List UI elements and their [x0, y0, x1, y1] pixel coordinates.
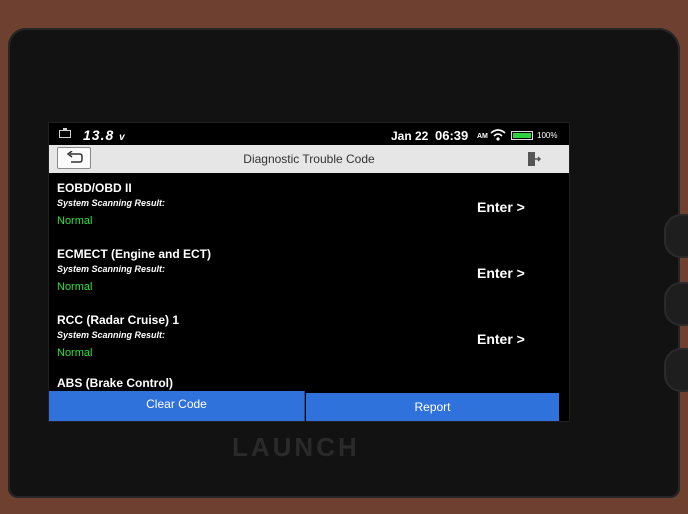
list-item[interactable]: ECMECT (Engine and ECT) System Scanning …	[49, 241, 569, 305]
enter-button[interactable]: Enter >	[477, 265, 525, 281]
wifi-icon	[490, 128, 506, 146]
date-text: Jan 22	[391, 129, 429, 143]
header-bar: Diagnostic Trouble Code	[49, 145, 569, 173]
system-name: EOBD/OBD II	[57, 181, 132, 195]
clear-code-button[interactable]: Clear Code	[49, 391, 305, 421]
battery-icon	[511, 131, 533, 140]
exit-button[interactable]	[519, 148, 547, 170]
voltage-readout: 13.8 v	[83, 127, 126, 143]
enter-button[interactable]: Enter >	[477, 331, 525, 347]
car-battery-icon	[59, 128, 71, 138]
result-label: System Scanning Result:	[57, 198, 166, 208]
brand-logo: LAUNCH	[232, 432, 360, 462]
system-list[interactable]: EOBD/OBD II System Scanning Result: Norm…	[49, 175, 569, 395]
list-item[interactable]: EOBD/OBD II System Scanning Result: Norm…	[49, 175, 569, 239]
ampm-text: AM	[477, 133, 488, 140]
device-side-button-top[interactable]	[664, 214, 688, 258]
result-status: Normal	[57, 215, 93, 227]
report-button[interactable]: Report	[306, 393, 559, 421]
device-side-button-middle[interactable]	[664, 282, 688, 326]
list-item[interactable]: RCC (Radar Cruise) 1 System Scanning Res…	[49, 307, 569, 371]
battery-percent: 100%	[537, 131, 558, 140]
result-status: Normal	[57, 347, 93, 359]
system-name: ECMECT (Engine and ECT)	[57, 247, 211, 261]
exit-door-icon	[528, 152, 541, 166]
page-title: Diagnostic Trouble Code	[243, 152, 375, 166]
device-side-button-bottom[interactable]	[664, 348, 688, 392]
result-label: System Scanning Result:	[57, 330, 166, 340]
time-text: 06:39	[435, 128, 469, 143]
partial-list-item-name[interactable]: ABS (Brake Control)	[57, 376, 173, 390]
system-name: RCC (Radar Cruise) 1	[57, 313, 180, 327]
status-bar: 13.8 v Jan 22 06:39 AM 100%	[49, 123, 569, 145]
device-screen: 13.8 v Jan 22 06:39 AM 100% Diagnostic T…	[48, 122, 570, 422]
result-status: Normal	[57, 281, 93, 293]
footer-bar: Clear Code Report	[49, 391, 569, 421]
enter-button[interactable]: Enter >	[477, 199, 525, 215]
result-label: System Scanning Result:	[57, 264, 166, 274]
